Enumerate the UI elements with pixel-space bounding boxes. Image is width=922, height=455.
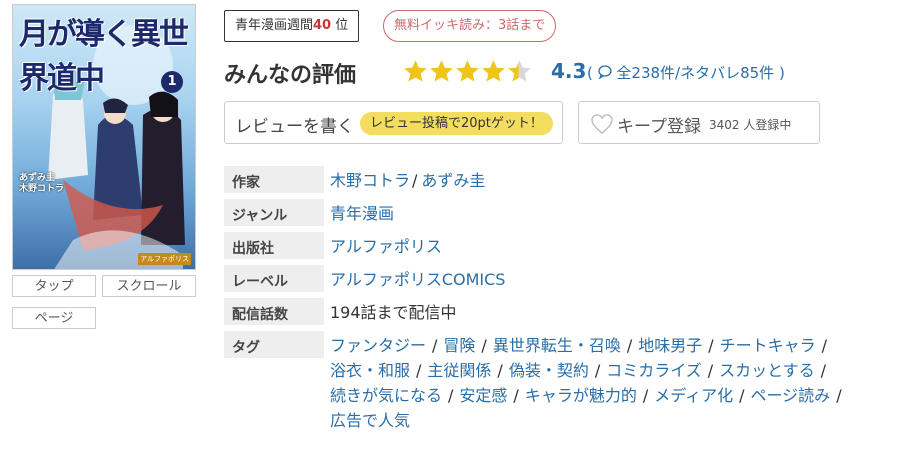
author-label: 作家 bbox=[224, 166, 324, 193]
genre-link[interactable]: 青年漫画 bbox=[330, 204, 394, 223]
write-review-button[interactable]: レビューを書く レビュー投稿で20ptゲット！ bbox=[224, 101, 563, 144]
review-count-link[interactable]: ( 全238件/ネタバレ85件 ) bbox=[587, 62, 785, 83]
cover-author-2: 木野コトラ bbox=[19, 184, 65, 194]
tag-link[interactable]: ファンタジー bbox=[330, 336, 426, 355]
tag-separator: / bbox=[594, 361, 601, 380]
label-label: レーベル bbox=[224, 265, 324, 292]
genre-label: ジャンル bbox=[224, 199, 324, 226]
tags-label: タグ bbox=[224, 331, 324, 358]
write-review-label: レビューを書く bbox=[235, 117, 354, 137]
partial-star-icon bbox=[508, 60, 531, 82]
tag-link[interactable]: 浴衣・和服 bbox=[330, 361, 410, 380]
star-icon bbox=[430, 60, 453, 82]
tag-separator: / bbox=[708, 336, 714, 355]
label-link[interactable]: アルファポリスCOMICS bbox=[330, 270, 505, 289]
tag-link[interactable]: キャラが魅力的 bbox=[525, 386, 637, 405]
info-row-publisher: 出版社 アルファポリス bbox=[224, 232, 914, 259]
ranking-number: 40 bbox=[313, 18, 332, 33]
star-icon bbox=[404, 60, 427, 82]
view-mode-scroll-button[interactable]: スクロール bbox=[102, 275, 196, 297]
author-link-1[interactable]: 木野コトラ bbox=[330, 171, 410, 190]
tag-separator: / bbox=[626, 336, 633, 355]
tag-link[interactable]: 地味男子 bbox=[638, 336, 702, 355]
tag-link[interactable]: ページ読み bbox=[751, 386, 831, 405]
view-mode-tap-button[interactable]: タップ bbox=[12, 275, 96, 297]
info-row-episodes: 配信話数 194話まで配信中 bbox=[224, 298, 914, 325]
tag-separator: / bbox=[513, 386, 519, 405]
keep-count: 3402 人登録中 bbox=[709, 118, 792, 132]
info-row-tags: タグ ファンタジー / 冒険 / 異世界転生・召喚 / 地味男子 / チートキャラ / 浴衣・和服 /… bbox=[224, 331, 914, 433]
book-info-table: 作家 木野コトラ / あずみ圭 ジャンル 青年漫画 出版社 アルファポリス レーベル… bbox=[224, 166, 914, 433]
volume-number: 1 bbox=[161, 71, 183, 93]
author-link-2[interactable]: あずみ圭 bbox=[421, 171, 485, 190]
tag-separator: / bbox=[821, 336, 828, 355]
tag-line: 浴衣・和服 / 主従関係 / 偽装・契約 / コミカライズ / スカッとする / bbox=[330, 358, 890, 383]
tag-link[interactable]: 偽装・契約 bbox=[509, 361, 589, 380]
tag-link[interactable]: 冒険 bbox=[443, 336, 475, 355]
ranking-badge[interactable]: 青年漫画週間40 位 bbox=[224, 10, 360, 42]
comic-cover[interactable]: 月が導く異世界道中 1 あずみ圭 木野コトラ アルファポリス bbox=[12, 4, 196, 270]
info-row-genre: ジャンル 青年漫画 bbox=[224, 199, 914, 226]
tag-link[interactable]: 異世界転生・召喚 bbox=[493, 336, 621, 355]
review-promo-badge: レビュー投稿で20ptゲット！ bbox=[360, 112, 553, 135]
keep-label: キープ登録 bbox=[617, 117, 701, 137]
tag-line: ファンタジー / 冒険 / 異世界転生・召喚 / 地味男子 / チートキャラ / bbox=[330, 333, 890, 358]
tag-separator: / bbox=[739, 386, 745, 405]
tag-separator: / bbox=[481, 336, 487, 355]
tag-list: ファンタジー / 冒険 / 異世界転生・召喚 / 地味男子 / チートキャラ / 浴衣・和服 / 主従関… bbox=[330, 331, 890, 433]
tag-separator: / bbox=[642, 386, 649, 405]
cover-author-1: あずみ圭 bbox=[19, 173, 56, 183]
info-row-author: 作家 木野コトラ / あずみ圭 bbox=[224, 166, 914, 193]
star-icon bbox=[456, 60, 479, 82]
ranking-suffix: 位 bbox=[335, 18, 349, 33]
tag-separator: / bbox=[416, 361, 422, 380]
tag-link[interactable]: メディア化 bbox=[654, 386, 733, 405]
tag-link[interactable]: コミカライズ bbox=[606, 361, 702, 380]
tag-separator: / bbox=[707, 361, 714, 380]
view-mode-page-button[interactable]: ページ bbox=[12, 307, 96, 329]
tag-link[interactable]: チートキャラ bbox=[720, 336, 816, 355]
speech-bubble-icon bbox=[597, 65, 612, 80]
tag-link[interactable]: 続きが気になる bbox=[330, 386, 442, 405]
publisher-link[interactable]: アルファポリス bbox=[330, 237, 442, 256]
heart-icon bbox=[591, 114, 613, 134]
cover-authors: あずみ圭 木野コトラ bbox=[19, 173, 64, 195]
ranking-prefix: 青年漫画週間 bbox=[235, 18, 314, 33]
tag-separator: / bbox=[448, 386, 454, 405]
tag-separator: / bbox=[432, 336, 438, 355]
tag-link[interactable]: 主従関係 bbox=[427, 361, 491, 380]
tag-line: 続きが気になる / 安定感 / キャラが魅力的 / メディア化 / ページ読み / bbox=[330, 383, 890, 408]
tag-separator: / bbox=[820, 361, 827, 380]
tag-line: 広告で人気 bbox=[330, 408, 890, 433]
tag-separator: / bbox=[497, 361, 503, 380]
rating-title: みんなの評価 bbox=[224, 63, 357, 88]
rating-score: 4.3 bbox=[551, 59, 587, 83]
tag-separator: / bbox=[836, 386, 842, 405]
star-rating bbox=[402, 58, 532, 86]
free-read-badge[interactable]: 無料イッキ読み：3話まで bbox=[383, 10, 557, 42]
star-icon bbox=[482, 60, 505, 82]
publisher-label: 出版社 bbox=[224, 232, 324, 259]
episodes-label: 配信話数 bbox=[224, 298, 324, 325]
tag-link[interactable]: 安定感 bbox=[459, 386, 507, 405]
review-count-text: 全238件/ネタバレ85件 bbox=[616, 64, 775, 82]
tag-link[interactable]: スカッとする bbox=[719, 361, 815, 380]
info-row-label: レーベル アルファポリスCOMICS bbox=[224, 265, 914, 292]
tag-link[interactable]: 広告で人気 bbox=[330, 411, 410, 430]
episodes-value: 194話まで配信中 bbox=[330, 303, 457, 322]
cover-publisher-logo: アルファポリス bbox=[138, 253, 191, 265]
keep-button[interactable]: キープ登録 3402 人登録中 bbox=[578, 101, 820, 144]
